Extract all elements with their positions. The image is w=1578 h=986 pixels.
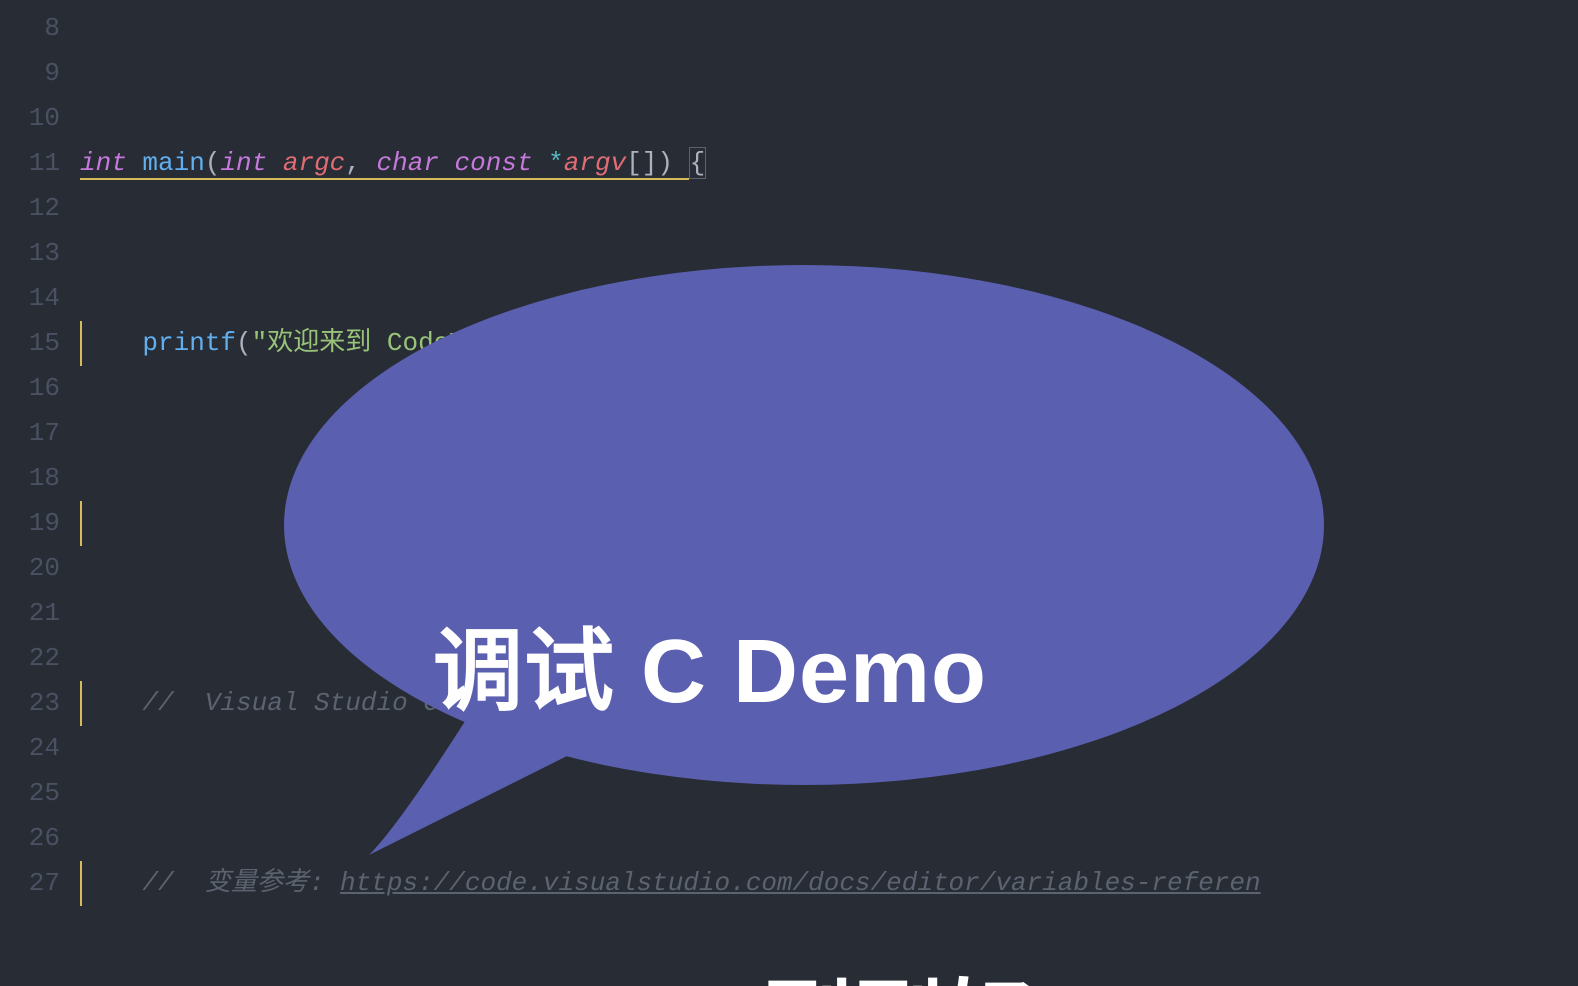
line-number: 26 — [0, 816, 60, 861]
code-editor[interactable]: 89101112131415161718192021222324252627 i… — [0, 0, 1578, 986]
code-line[interactable]: int main(int argc, char const *argv[]) { — [80, 141, 1578, 186]
line-number: 8 — [0, 6, 60, 51]
line-number: 24 — [0, 726, 60, 771]
line-number: 25 — [0, 771, 60, 816]
line-number: 9 — [0, 51, 60, 96]
line-number: 11 — [0, 141, 60, 186]
code-line[interactable]: // 变量参考: https://code.visualstudio.com/d… — [80, 861, 1578, 906]
code-line[interactable]: // Visual Studio Code 调试当前文件的配置技巧 - by 代… — [80, 681, 1578, 726]
line-number-gutter: 89101112131415161718192021222324252627 — [0, 0, 80, 986]
code-area[interactable]: int main(int argc, char const *argv[]) {… — [80, 0, 1578, 986]
code-line[interactable] — [80, 501, 1578, 546]
line-number: 14 — [0, 276, 60, 321]
line-number: 13 — [0, 231, 60, 276]
code-line[interactable]: printf("欢迎来到 CodeTalks 的编程实验室\n"); — [80, 321, 1578, 366]
line-number: 22 — [0, 636, 60, 681]
line-number: 12 — [0, 186, 60, 231]
line-number: 17 — [0, 411, 60, 456]
line-number: 18 — [0, 456, 60, 501]
line-number: 23 — [0, 681, 60, 726]
line-number: 21 — [0, 591, 60, 636]
line-number: 19 — [0, 501, 60, 546]
line-number: 27 — [0, 861, 60, 906]
line-number: 20 — [0, 546, 60, 591]
line-number: 16 — [0, 366, 60, 411]
line-number: 15 — [0, 321, 60, 366]
line-number: 10 — [0, 96, 60, 141]
